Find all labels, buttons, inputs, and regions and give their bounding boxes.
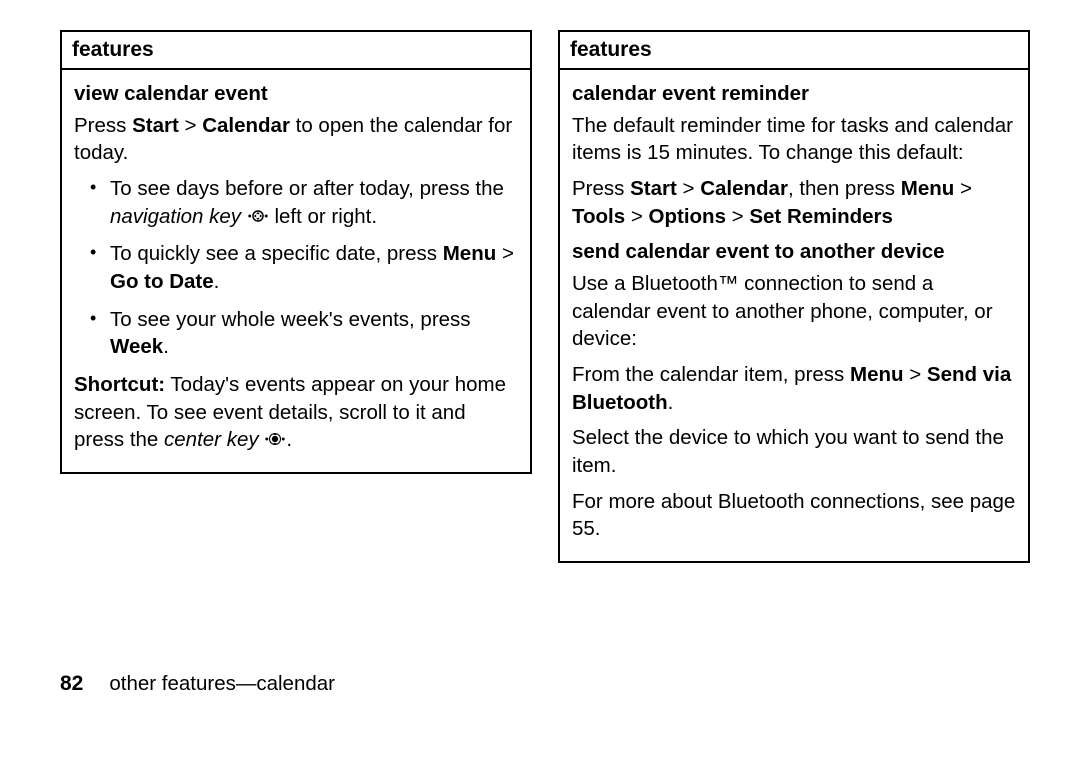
paragraph: Select the device to which you want to s… [572, 424, 1016, 479]
key-label: Set Reminders [749, 205, 893, 228]
section-title: view calendar event [74, 80, 518, 108]
key-label: Go to Date [110, 270, 214, 293]
text: > [954, 177, 972, 200]
table-body: view calendar event Press Start > Calend… [62, 70, 530, 472]
text: . [214, 270, 220, 293]
key-label: Options [649, 205, 726, 228]
table-header: features [560, 32, 1028, 70]
text: Press [74, 114, 132, 137]
key-label: Week [110, 335, 163, 358]
table-header: features [62, 32, 530, 70]
paragraph: Use a Bluetooth™ connection to send a ca… [572, 270, 1016, 353]
section-title: send calendar event to another device [572, 238, 1016, 266]
paragraph: Press Start > Calendar, then press Menu … [572, 175, 1016, 230]
features-table-left: features view calendar event Press Start… [60, 30, 532, 474]
key-label: Start [630, 177, 677, 200]
paragraph: Press Start > Calendar to open the calen… [74, 112, 518, 167]
bullet-list: To see days before or after today, press… [74, 175, 518, 361]
footer-section: other features—calendar [109, 672, 335, 696]
key-label: Calendar [700, 177, 788, 200]
text: . [668, 391, 674, 414]
table-body: calendar event reminder The default remi… [560, 70, 1028, 561]
key-label: Calendar [202, 114, 290, 137]
text: > [904, 363, 927, 386]
key-name: center key [164, 428, 259, 451]
paragraph: For more about Bluetooth connections, se… [572, 488, 1016, 543]
features-table-right: features calendar event reminder The def… [558, 30, 1030, 563]
text: > [625, 205, 648, 228]
text: To see days before or after today, press… [110, 177, 504, 200]
key-label: Menu [850, 363, 904, 386]
key-name: navigation key [110, 205, 241, 228]
text: , then press [788, 177, 901, 200]
text: > [677, 177, 700, 200]
list-item: To see days before or after today, press… [110, 175, 518, 230]
text: left or right. [274, 205, 377, 228]
page-number: 82 [60, 672, 83, 696]
section-title: calendar event reminder [572, 80, 1016, 108]
key-label: Start [132, 114, 179, 137]
key-label: Tools [572, 205, 625, 228]
text: . [163, 335, 169, 358]
text: > [496, 242, 514, 265]
text: > [726, 205, 749, 228]
key-label: Menu [443, 242, 497, 265]
right-column: features calendar event reminder The def… [558, 30, 1026, 640]
text: From the calendar item, press [572, 363, 850, 386]
navigation-key-icon [247, 208, 269, 224]
left-column: features view calendar event Press Start… [60, 30, 528, 640]
shortcut-paragraph: Shortcut: Today's events appear on your … [74, 371, 518, 454]
text: > [179, 114, 202, 137]
key-label: Menu [901, 177, 955, 200]
text: To see your whole week's events, press [110, 308, 471, 331]
shortcut-label: Shortcut: [74, 373, 165, 396]
page-footer: 82 other features—calendar [0, 660, 1080, 716]
list-item: To quickly see a specific date, press Me… [110, 240, 518, 295]
text: To quickly see a specific date, press [110, 242, 443, 265]
text: Press [572, 177, 630, 200]
text: . [286, 428, 292, 451]
paragraph: The default reminder time for tasks and … [572, 112, 1016, 167]
list-item: To see your whole week's events, press W… [110, 306, 518, 361]
paragraph: From the calendar item, press Menu > Sen… [572, 361, 1016, 416]
center-key-icon [264, 431, 286, 447]
